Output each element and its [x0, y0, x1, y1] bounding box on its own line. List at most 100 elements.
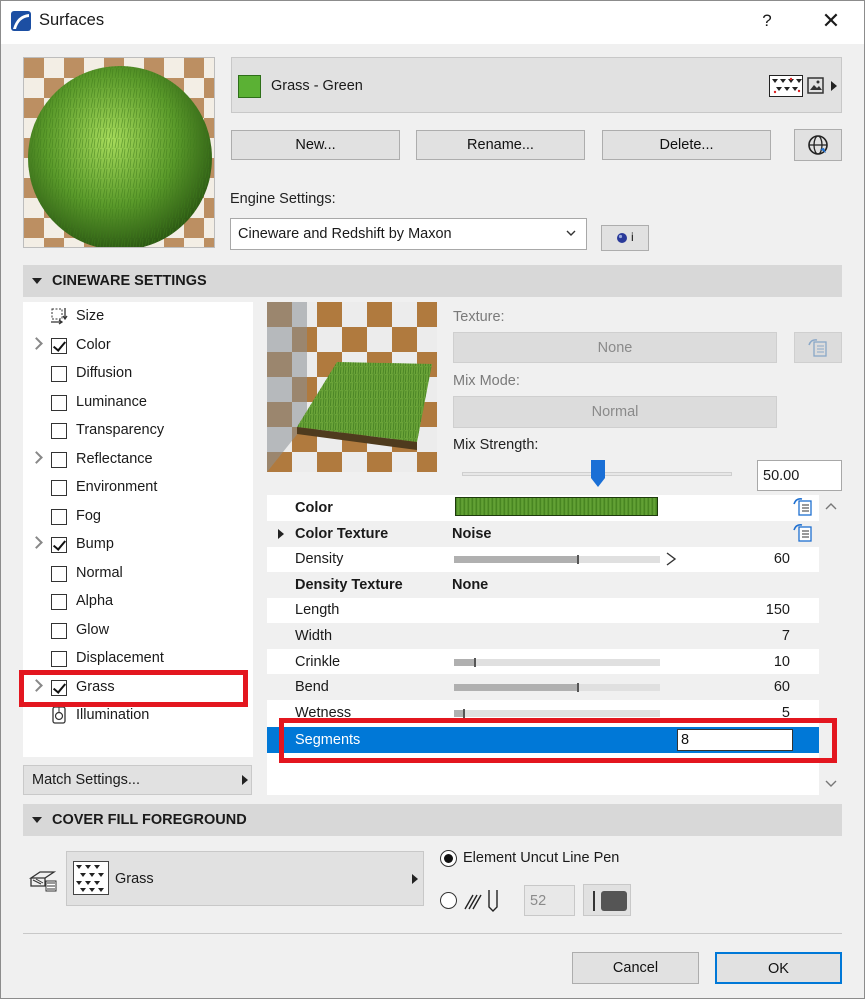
info-label: i [631, 230, 634, 244]
channel-checkbox[interactable] [51, 594, 67, 610]
property-name: Crinkle [295, 653, 341, 670]
cineware-settings-header[interactable]: CINEWARE SETTINGS [23, 265, 842, 297]
chevron-right-icon[interactable] [831, 81, 837, 91]
channel-checkbox[interactable] [51, 451, 67, 468]
grass-color-gradient[interactable] [455, 497, 658, 516]
channel-checkbox[interactable] [51, 480, 67, 496]
mix-strength-input[interactable]: 50.00 [757, 460, 842, 491]
property-row-width[interactable]: Width 7 [267, 623, 819, 649]
property-row-length[interactable]: Length 150 [267, 597, 819, 623]
channel-item-size[interactable]: Size [23, 302, 253, 330]
match-settings-label: Match Settings... [32, 772, 140, 788]
pen-number-field[interactable]: 52 [524, 885, 575, 916]
channel-item-displacement[interactable]: Displacement [23, 644, 253, 672]
property-value: Noise [452, 525, 492, 542]
element-uncut-line-pen-radio[interactable] [440, 850, 457, 867]
channel-checkbox[interactable] [51, 651, 67, 667]
property-row-density-texture[interactable]: Density Texture None [267, 571, 819, 598]
channel-item-alpha[interactable]: Alpha [23, 587, 253, 615]
cover-fill-name: Grass [115, 871, 154, 887]
mix-mode-label: Mix Mode: [453, 373, 520, 389]
expand-chevron-icon[interactable] [30, 336, 43, 350]
rename-button[interactable]: Rename... [416, 130, 585, 160]
property-number: 7 [781, 628, 790, 644]
mix-strength-label: Mix Strength: [453, 437, 539, 453]
load-color-texture-icon[interactable] [792, 496, 816, 518]
expand-chevron-icon[interactable] [30, 536, 43, 549]
channel-label: Reflectance [76, 450, 153, 467]
grass-highlight-box [19, 670, 248, 707]
property-slider[interactable] [454, 708, 660, 718]
texture-browse-button[interactable] [794, 332, 842, 363]
texture-field[interactable]: None [453, 332, 777, 363]
property-slider[interactable] [454, 555, 660, 565]
mix-strength-slider-thumb[interactable] [591, 460, 605, 487]
new-button[interactable]: New... [231, 130, 400, 160]
cover-fill-header[interactable]: COVER FILL FOREGROUND [23, 804, 842, 836]
texture-label: Texture: [453, 309, 505, 325]
property-number: 60 [773, 679, 790, 696]
channel-label: Transparency [76, 422, 165, 438]
property-slider[interactable] [454, 657, 660, 667]
load-noise-texture-icon[interactable] [792, 522, 816, 544]
channel-item-normal[interactable]: Normal [23, 559, 253, 587]
property-name: Length [295, 602, 340, 619]
channel-item-diffusion[interactable]: Diffusion [23, 359, 253, 387]
mix-mode-field[interactable]: Normal [453, 396, 777, 428]
property-row-density[interactable]: Density 60 [267, 546, 819, 572]
globe-button[interactable] [794, 129, 842, 161]
channel-item-fog[interactable]: Fog [23, 502, 253, 530]
property-name: Color [295, 500, 333, 516]
cancel-button[interactable]: Cancel [572, 952, 699, 984]
property-name: Bend [295, 679, 329, 696]
slider-end-marker-icon [665, 552, 677, 566]
cover-fill-title: COVER FILL FOREGROUND [52, 812, 247, 828]
match-settings-button[interactable]: Match Settings... [23, 765, 252, 795]
channel-checkbox[interactable] [51, 394, 67, 411]
property-name: Density [295, 551, 344, 568]
title-bar [0, 0, 865, 44]
channel-label: Fog [76, 507, 101, 524]
channel-item-reflectance[interactable]: Reflectance [23, 445, 253, 473]
engine-settings-value: Cineware and Redshift by Maxon [238, 226, 452, 242]
resize-icon [49, 306, 69, 326]
expand-chevron-icon[interactable] [30, 450, 43, 464]
custom-pen-radio[interactable] [440, 892, 457, 909]
property-slider[interactable] [454, 683, 660, 693]
channel-label: Bump [76, 536, 114, 552]
channel-item-color[interactable]: Color [23, 331, 253, 359]
channel-item-transparency[interactable]: Transparency [23, 416, 253, 444]
property-row-crinkle[interactable]: Crinkle 10 [267, 649, 819, 675]
channel-label: Luminance [76, 393, 147, 410]
channel-item-bump[interactable]: Bump [23, 530, 253, 558]
channel-item-luminance[interactable]: Luminance [23, 388, 253, 416]
channel-item-glow[interactable]: Glow [23, 616, 253, 644]
mix-strength-value: 50.00 [763, 468, 800, 484]
property-number: 150 [765, 602, 790, 619]
channel-checkbox[interactable] [51, 366, 67, 382]
pen-color-button[interactable] [583, 884, 631, 916]
close-button[interactable]: ✕ [812, 6, 850, 36]
cover-fill-icon [28, 864, 58, 894]
delete-button[interactable]: Delete... [602, 130, 771, 160]
property-row-bend[interactable]: Bend 60 [267, 674, 819, 701]
expand-triangle-icon[interactable] [278, 528, 284, 539]
help-button[interactable]: ? [752, 8, 782, 34]
channel-checkbox[interactable] [51, 537, 67, 553]
channel-checkbox[interactable] [51, 337, 67, 354]
channel-checkbox[interactable] [51, 565, 67, 582]
surface-preview-image [23, 57, 215, 248]
channel-checkbox[interactable] [51, 508, 67, 525]
channel-item-environment[interactable]: Environment [23, 473, 253, 501]
collapse-triangle-icon [32, 817, 42, 823]
property-slider-tick [463, 708, 466, 718]
ok-button[interactable]: OK [715, 952, 842, 984]
channel-checkbox[interactable] [51, 423, 67, 439]
property-row-color-texture[interactable]: Color Texture Noise [267, 520, 819, 547]
engine-info-button[interactable]: i [601, 225, 649, 251]
vectorial-hatch-icon [769, 75, 803, 97]
globe-icon [808, 135, 828, 155]
channel-checkbox[interactable] [51, 622, 67, 639]
property-slider-fill [454, 556, 578, 564]
property-number: 60 [773, 551, 790, 568]
